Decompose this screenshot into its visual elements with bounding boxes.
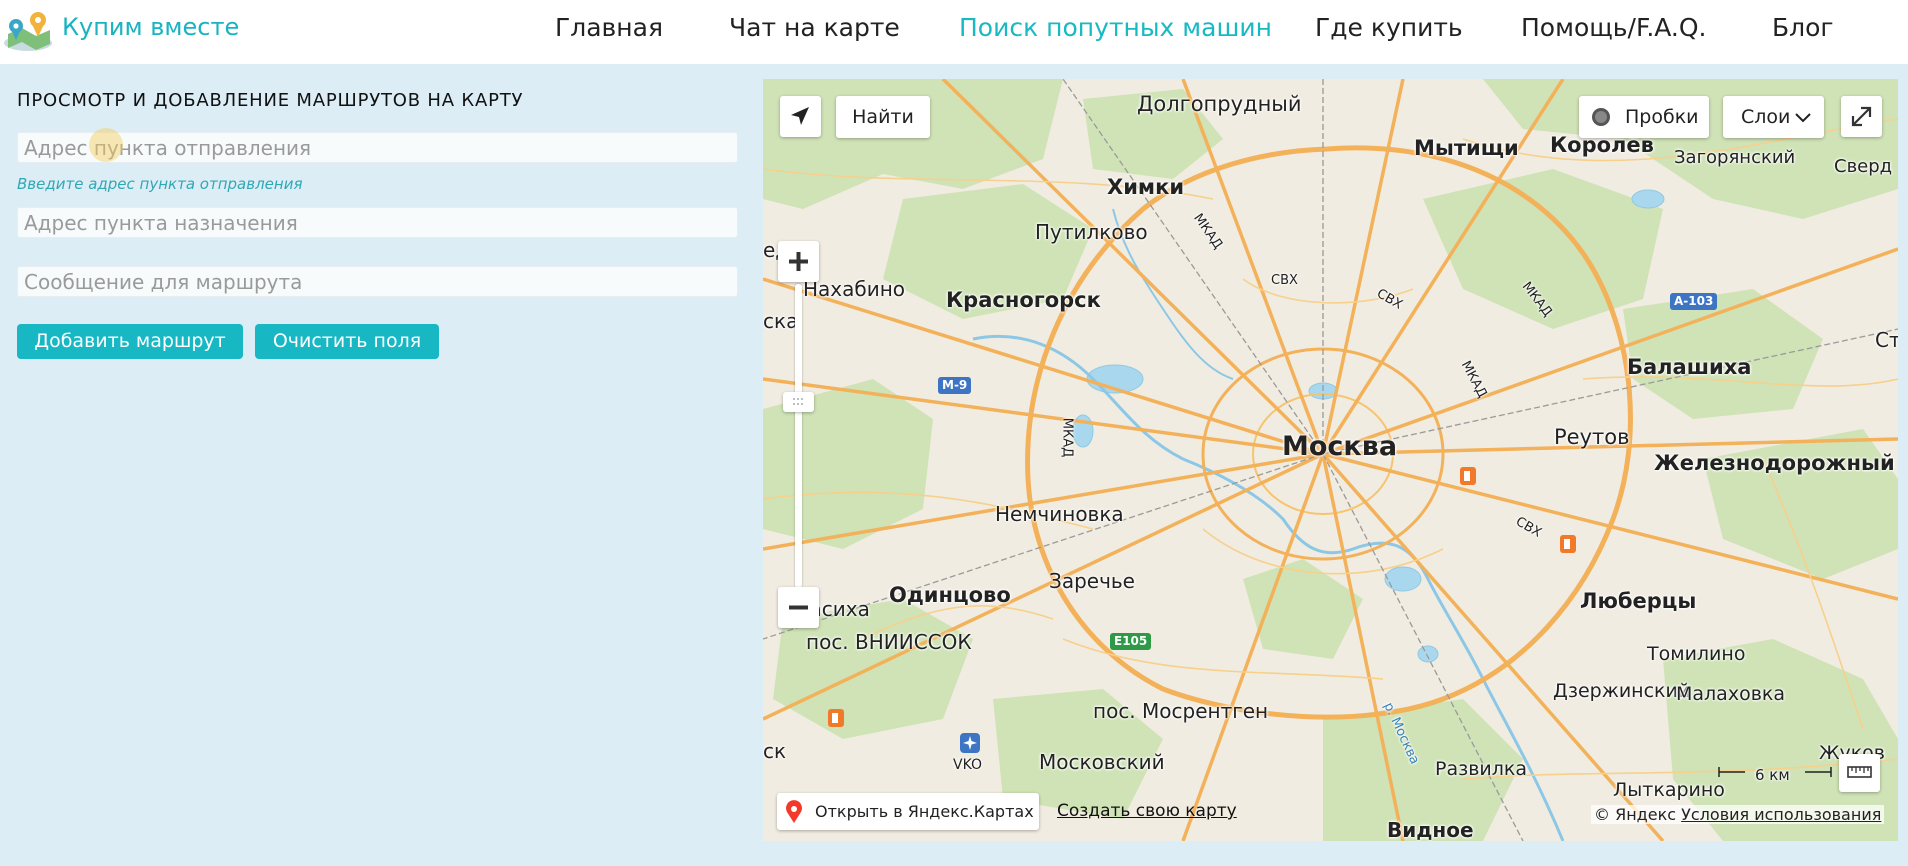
place-label: Железнодорожный (1654, 451, 1895, 475)
place-label: Путилково (1035, 220, 1148, 244)
plus-icon (789, 252, 808, 271)
copyright-text: © Яндекс (1594, 805, 1677, 824)
place-label: Малаховка (1676, 683, 1786, 705)
place-label: Химки (1107, 175, 1185, 199)
place-label: Красногорск (946, 288, 1101, 312)
place-label: Мытищи (1414, 136, 1519, 160)
fullscreen-button[interactable] (1841, 96, 1882, 137)
nav-map-chat[interactable]: Чат на карте (729, 12, 900, 44)
fuel-station-icon (1560, 535, 1576, 553)
place-label: Развилка (1435, 758, 1528, 780)
map-scale-label: 6 км (1755, 766, 1790, 784)
create-map-link[interactable]: Создать свою карту (1057, 801, 1237, 821)
scale-bar-left (1718, 767, 1745, 777)
place-label: Московский (1039, 750, 1165, 774)
place-label: Лыткарино (1613, 779, 1725, 801)
road-label-svkh: СВХ (1271, 273, 1298, 288)
traffic-button[interactable]: Пробки (1579, 96, 1709, 138)
open-in-yandex-label: Открыть в Яндекс.Картах (815, 802, 1034, 821)
scale-bar-right (1805, 767, 1832, 777)
nav-blog[interactable]: Блог (1772, 12, 1834, 44)
place-label: Заречье (1049, 569, 1135, 593)
terms-link[interactable]: Условия использования (1681, 805, 1881, 824)
nav-help-faq[interactable]: Помощь/F.A.Q. (1521, 12, 1707, 44)
departure-address-input[interactable] (17, 132, 738, 163)
road-sign-a103: А-103 (1670, 293, 1718, 310)
place-label: Балашиха (1627, 355, 1752, 379)
map-widget[interactable]: М-9 А-103 E105 МКАД МКАД МКАД МКАД СВХ С… (763, 79, 1898, 841)
ruler-button[interactable] (1839, 754, 1880, 792)
layers-label: Слои (1741, 106, 1791, 128)
traffic-light-icon (1592, 108, 1610, 126)
zoom-out-button[interactable] (778, 587, 819, 628)
layers-button[interactable]: Слои (1723, 96, 1824, 138)
logo-icon[interactable] (2, 6, 54, 52)
attribution: © Яндекс Условия использования (1591, 805, 1885, 824)
open-in-yandex-button[interactable]: Открыть в Яндекс.Картах (777, 793, 1039, 830)
nav-where-to-buy[interactable]: Где купить (1315, 12, 1463, 44)
place-label: Немчиновка (995, 502, 1124, 526)
place-label: Реутов (1554, 425, 1630, 449)
city-label-moscow: Москва (1282, 431, 1398, 462)
ruler-icon (1847, 766, 1872, 778)
place-label: ска (763, 309, 799, 333)
find-button[interactable]: Найти (836, 96, 930, 138)
road-sign-e105: E105 (1110, 633, 1152, 650)
place-label: пос. Мосрентген (1093, 699, 1269, 723)
place-label: Сверд (1834, 156, 1893, 177)
place-label: Одинцово (889, 583, 1011, 607)
chevron-down-icon (1795, 113, 1811, 123)
geolocation-button[interactable] (780, 96, 821, 137)
brand-name[interactable]: Купим вместе (62, 12, 239, 42)
traffic-label: Пробки (1625, 106, 1699, 128)
zoom-slider-track[interactable] (795, 284, 802, 588)
place-label: Загорянский (1674, 147, 1796, 168)
road-sign-m9: М-9 (938, 377, 972, 394)
place-label: Люберцы (1580, 589, 1697, 613)
minus-icon (789, 605, 808, 610)
place-label: Томилино (1647, 643, 1746, 665)
form-title: ПРОСМОТР И ДОБАВЛЕНИЕ МАРШРУТОВ НА КАРТУ (17, 90, 524, 111)
site-header: Купим вместе Главная Чат на карте Поиск … (0, 0, 1908, 64)
fuel-station-icon (828, 709, 844, 727)
grip-icon (793, 398, 803, 405)
place-label: Дзержинский (1553, 680, 1691, 702)
nav-ride-search[interactable]: Поиск попутных машин (959, 12, 1272, 44)
fuel-station-icon (1460, 467, 1476, 485)
destination-address-input[interactable] (17, 207, 738, 238)
airport-icon (960, 733, 980, 753)
add-route-button[interactable]: Добавить маршрут (17, 324, 243, 359)
map-pin-icon (786, 800, 802, 823)
expand-icon (1851, 106, 1872, 127)
zoom-in-button[interactable] (778, 241, 819, 282)
departure-hint: Введите адрес пункта отправления (17, 175, 303, 193)
cursor-highlight (89, 128, 123, 162)
place-label: пос. ВНИИССОК (806, 630, 972, 654)
place-label: Нахабино (803, 277, 906, 301)
place-label: Долгопрудный (1137, 92, 1302, 116)
route-message-input[interactable] (17, 266, 738, 297)
clear-fields-button[interactable]: Очистить поля (255, 324, 439, 359)
road-label-mkad: МКАД (1059, 417, 1075, 458)
zoom-slider-handle[interactable] (783, 392, 814, 412)
location-arrow-icon (791, 107, 809, 125)
place-label: Видное (1387, 818, 1474, 841)
nav-home[interactable]: Главная (555, 12, 663, 44)
airport-label: VKO (953, 757, 983, 773)
place-label: ск (763, 739, 787, 763)
place-label: Ст (1875, 328, 1898, 352)
place-label: Королёв (1550, 133, 1654, 157)
